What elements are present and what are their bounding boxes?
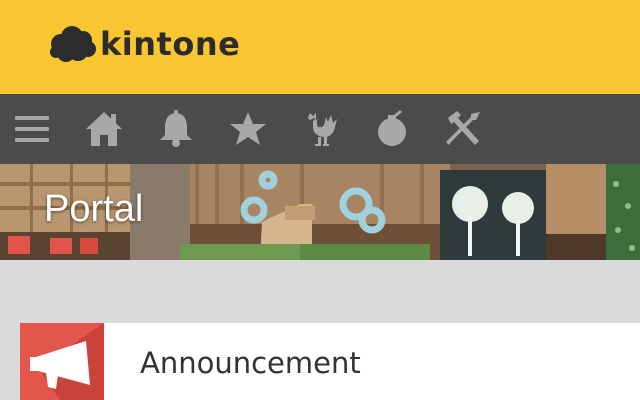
cloud-icon xyxy=(50,26,96,62)
announcement-icon-tile xyxy=(20,323,104,400)
hamburger-menu-icon[interactable] xyxy=(12,109,52,149)
announcement-label: Announcement xyxy=(140,346,361,380)
rooster-icon[interactable] xyxy=(300,109,340,149)
bell-icon[interactable] xyxy=(156,109,196,149)
logo-wordmark: kintone xyxy=(100,25,241,63)
global-nav-bar xyxy=(0,94,640,164)
brand-header: kintone xyxy=(0,0,640,94)
star-icon[interactable] xyxy=(228,109,268,149)
announcement-card[interactable]: Announcement xyxy=(20,323,640,400)
kintone-logo[interactable]: kintone xyxy=(48,24,240,64)
home-icon[interactable] xyxy=(84,109,124,149)
portal-banner: Portal xyxy=(0,164,640,260)
megaphone-icon xyxy=(30,323,104,400)
portal-content: Announcement xyxy=(0,260,640,400)
page-title: Portal xyxy=(44,188,144,230)
bomb-icon[interactable] xyxy=(372,109,412,149)
wrench-hammer-icon[interactable] xyxy=(444,109,484,149)
